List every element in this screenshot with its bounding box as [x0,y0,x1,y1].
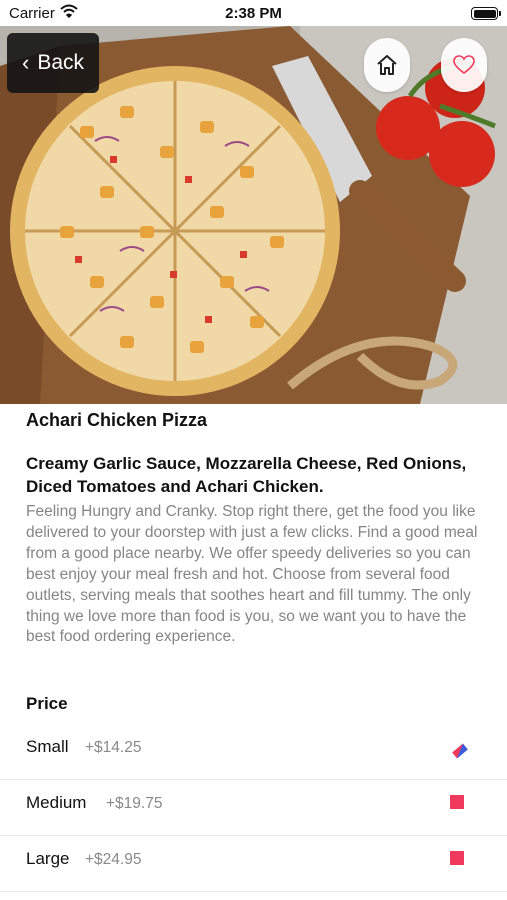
favorite-button[interactable] [441,38,487,92]
price-heading: Price [26,694,68,713]
product-description: Feeling Hungry and Cranky. Stop right th… [26,503,478,646]
size-label: Small [26,737,69,756]
price-option-large[interactable]: Large +$24.95 [0,836,507,892]
size-price: +$24.95 [85,851,142,868]
price-option-medium[interactable]: Medium +$19.75 [0,780,507,836]
size-label: Medium [26,793,87,812]
selected-checkbox-icon[interactable] [452,743,468,759]
checkbox-icon[interactable] [450,851,464,865]
size-price: +$14.25 [85,739,142,756]
chevron-left-icon: ‹ [21,50,30,75]
checkbox-icon[interactable] [450,795,464,809]
status-bar: Carrier 2:38 PM [0,0,507,26]
size-label: Large [26,849,70,868]
heart-icon [453,55,475,74]
home-icon [377,55,397,75]
back-button-label: Back [37,51,84,74]
price-option-small[interactable]: Small +$14.25 [0,724,507,780]
product-title: Achari Chicken Pizza [26,410,208,430]
battery-icon [471,7,501,20]
home-button[interactable] [364,38,410,92]
back-button[interactable]: ‹ Back [7,33,99,93]
product-ingredients: Creamy Garlic Sauce, Mozzarella Cheese, … [26,454,467,496]
size-price: +$19.75 [106,795,163,812]
status-time: 2:38 PM [225,5,282,22]
